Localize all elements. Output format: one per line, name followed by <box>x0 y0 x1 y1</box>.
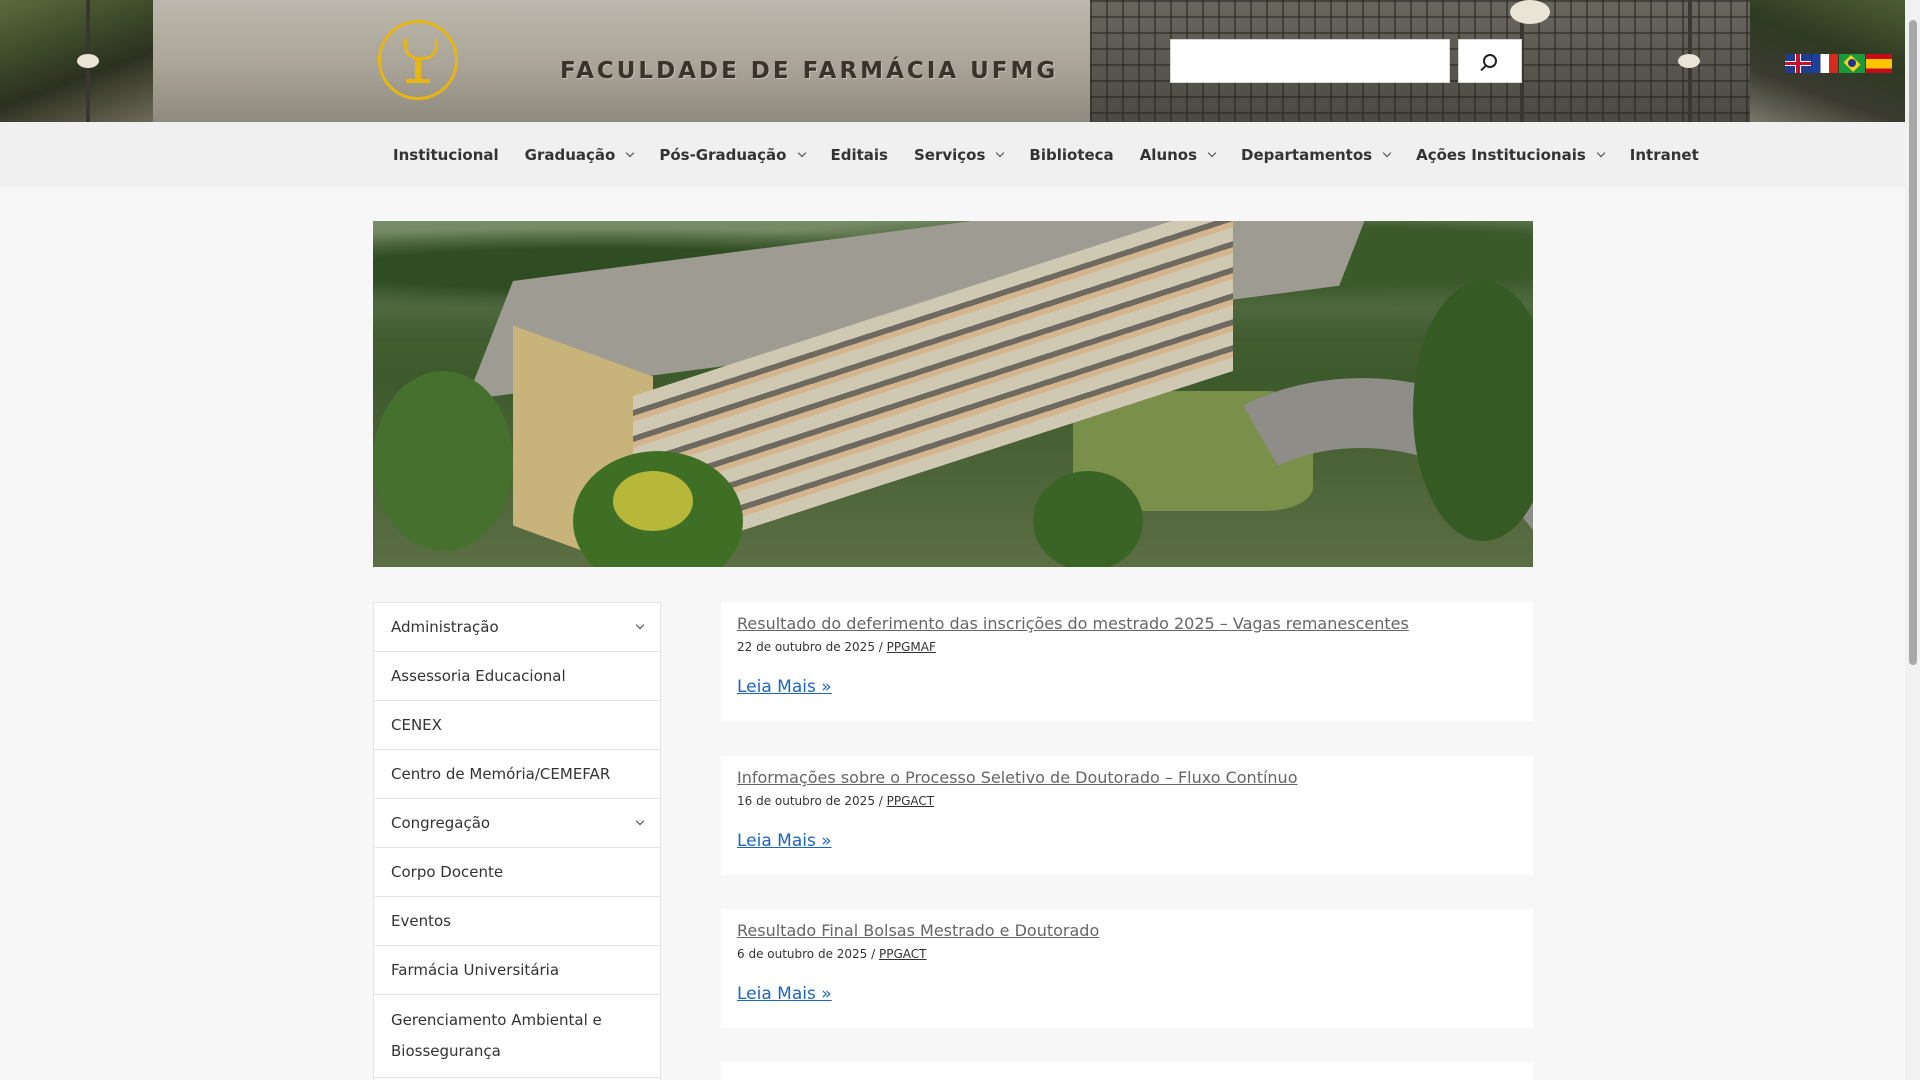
read-more-link[interactable]: Leia Mais » <box>737 984 832 1004</box>
nav-item-label: Alunos <box>1139 145 1198 164</box>
meta-separator: / <box>867 947 879 961</box>
sidebar-item-label: Congregação <box>391 813 491 832</box>
nav-item-label: Pós-Graduação <box>659 145 787 164</box>
nav-item-intranet[interactable]: Intranet <box>1617 122 1712 187</box>
nav-item-alunos[interactable]: Alunos <box>1127 122 1228 187</box>
meta-separator: / <box>874 794 887 808</box>
sidebar-item-cenex[interactable]: CENEX <box>374 701 660 750</box>
post-author-link[interactable]: PPGACT <box>887 794 934 808</box>
post-card: Informações sobre o Processo Seletivo de… <box>721 756 1533 875</box>
nav-item-editais[interactable]: Editais <box>818 122 902 187</box>
hero-image <box>373 221 1533 567</box>
lamp <box>1510 0 1550 24</box>
post-date: 6 de outubro de 2025 <box>737 947 868 961</box>
flag-uk-icon[interactable] <box>1785 54 1811 73</box>
post-card: Resultado Final Bolsas Mestrado e Doutor… <box>721 909 1533 1028</box>
chevron-down-icon <box>1382 148 1392 157</box>
meta-separator: / <box>874 640 887 654</box>
sidebar-item-label: Centro de Memória/CEMEFAR <box>391 764 611 783</box>
language-switcher <box>1785 54 1892 73</box>
main-navigation: Institucional Graduação Pós-Graduação Ed… <box>0 122 1905 187</box>
sidebar-item-congregacao[interactable]: Congregação <box>374 799 660 848</box>
nav-item-label: Intranet <box>1629 145 1699 164</box>
nav-item-biblioteca[interactable]: Biblioteca <box>1016 122 1126 187</box>
post-card-partial <box>721 1062 1533 1080</box>
lamp <box>1678 54 1700 68</box>
sidebar-item-label: Administração <box>391 617 499 636</box>
nav-item-servicos[interactable]: Serviços <box>901 122 1016 187</box>
site-title: FACULDADE DE FARMÁCIA UFMG <box>560 58 1059 84</box>
chevron-down-icon <box>1207 148 1217 157</box>
post-author-link[interactable]: PPGACT <box>879 947 926 961</box>
post-title-link[interactable]: Resultado do deferimento das inscrições … <box>737 614 1517 633</box>
nav-item-departamentos[interactable]: Departamentos <box>1228 122 1403 187</box>
search-input[interactable] <box>1170 39 1450 83</box>
nav-item-label: Institucional <box>393 145 499 164</box>
search-button[interactable] <box>1458 39 1522 83</box>
sidebar-item-administracao[interactable]: Administração <box>374 603 660 652</box>
nav-item-label: Departamentos <box>1241 145 1373 164</box>
flag-es-icon[interactable] <box>1866 54 1892 73</box>
faculty-logo[interactable] <box>378 20 458 100</box>
read-more-link[interactable]: Leia Mais » <box>737 677 832 697</box>
post-author-link[interactable]: PPGMAF <box>887 640 936 654</box>
sidebar-item-centro-de-memoria[interactable]: Centro de Memória/CEMEFAR <box>374 750 660 799</box>
nav-item-label: Biblioteca <box>1029 145 1114 164</box>
nav-item-institucional[interactable]: Institucional <box>380 122 512 187</box>
chevron-down-icon[interactable] <box>635 620 645 630</box>
post-meta: 6 de outubro de 2025 / PPGACT <box>737 947 1517 961</box>
nav-item-label: Ações Institucionais <box>1416 145 1586 164</box>
post-title-link[interactable]: Resultado Final Bolsas Mestrado e Doutor… <box>737 921 1517 940</box>
nav-item-label: Editais <box>830 145 889 164</box>
site-header: FACULDADE DE FARMÁCIA UFMG <box>0 0 1905 122</box>
chalice-icon <box>400 37 438 83</box>
sidebar-item-corpo-docente[interactable]: Corpo Docente <box>374 848 660 897</box>
read-more-link[interactable]: Leia Mais » <box>737 831 832 851</box>
chevron-down-icon <box>996 148 1005 157</box>
sidebar-item-farmacia-universitaria[interactable]: Farmácia Universitária <box>374 946 660 995</box>
post-meta: 16 de outubro de 2025 / PPGACT <box>737 794 1517 808</box>
post-date: 22 de outubro de 2025 <box>737 640 875 654</box>
chevron-down-icon <box>1596 148 1606 157</box>
sidebar-menu: Administração Assessoria Educacional CEN… <box>373 602 661 1080</box>
nav-item-pos-graduacao[interactable]: Pós-Graduação <box>646 122 817 187</box>
flag-fr-icon[interactable] <box>1812 54 1838 73</box>
chevron-down-icon[interactable] <box>635 816 645 826</box>
sidebar-item-label: Farmácia Universitária <box>391 960 560 979</box>
post-title-link[interactable]: Informações sobre o Processo Seletivo de… <box>737 768 1517 787</box>
nav-item-label: Graduação <box>524 145 616 164</box>
sidebar-item-label: Corpo Docente <box>391 862 504 881</box>
sidebar-item-assessoria-educacional[interactable]: Assessoria Educacional <box>374 652 660 701</box>
search-icon <box>1483 54 1497 68</box>
flag-br-icon[interactable] <box>1839 54 1865 73</box>
nav-item-label: Serviços <box>914 145 986 164</box>
sidebar-item-gerenciamento-ambiental[interactable]: Gerenciamento Ambiental e Biossegurança <box>374 995 660 1078</box>
sidebar-item-eventos[interactable]: Eventos <box>374 897 660 946</box>
sidebar-item-label: CENEX <box>391 715 442 734</box>
post-meta: 22 de outubro de 2025 / PPGMAF <box>737 640 1517 654</box>
page-scrollbar[interactable] <box>1905 0 1920 1080</box>
nav-item-acoes-institucionais[interactable]: Ações Institucionais <box>1403 122 1617 187</box>
chevron-down-icon <box>626 148 635 157</box>
lamp <box>77 54 99 68</box>
post-card: Resultado do deferimento das inscrições … <box>721 602 1533 721</box>
nav-menu: Institucional Graduação Pós-Graduação Ed… <box>380 122 1712 187</box>
scrollbar-thumb[interactable] <box>1909 20 1917 665</box>
sidebar-item-label: Eventos <box>391 911 451 930</box>
post-date: 16 de outubro de 2025 <box>737 794 875 808</box>
sidebar-item-label: Gerenciamento Ambiental e Biossegurança <box>391 1011 602 1060</box>
sidebar-item-label: Assessoria Educacional <box>391 666 566 685</box>
nav-item-graduacao[interactable]: Graduação <box>512 122 647 187</box>
chevron-down-icon <box>797 148 806 157</box>
